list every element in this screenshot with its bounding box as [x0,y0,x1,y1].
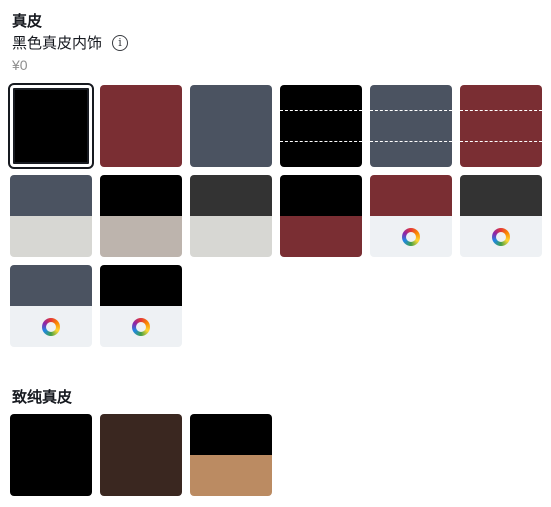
selected-option-row: 黑色真皮内饰 i [12,32,129,53]
swatch-bottom-color [10,216,92,257]
swatch-charcoal-light[interactable] [190,175,272,257]
swatch-pure-black[interactable] [10,414,92,496]
swatch-black-red[interactable] [280,175,362,257]
swatch-custom-panel [100,306,182,347]
swatch-top-color [190,414,272,455]
swatch-bottom-color [190,455,272,496]
swatch-charcoal-custom[interactable] [460,175,542,257]
swatch-black-taupe[interactable] [100,175,182,257]
option-price: ¥0 [12,57,28,73]
stitch-line [460,140,542,142]
swatch-top-color [10,265,92,306]
swatch-top-color [10,175,92,216]
stitch-line [280,109,362,111]
info-icon[interactable]: i [112,34,129,51]
swatch-slate-solid[interactable] [190,85,272,167]
swatch-custom-panel [370,216,452,257]
leather-section-title: 真皮 [12,13,43,30]
selected-option-name: 黑色真皮内饰 [12,35,103,52]
swatch-top-color [100,175,182,216]
swatch-red-custom[interactable] [370,175,452,257]
swatch-custom-panel [460,216,542,257]
swatch-pure-brown[interactable] [100,414,182,496]
pure-leather-section-title: 致纯真皮 [12,389,73,406]
swatch-black-custom[interactable] [100,265,182,347]
swatch-top-color [100,265,182,306]
swatch-pure-black-tan[interactable] [190,414,272,496]
swatch-black-stitched[interactable] [280,85,362,167]
swatch-bottom-color [100,216,182,257]
color-wheel-icon [402,227,420,246]
swatch-slate-stitched[interactable] [370,85,452,167]
swatch-slate-light[interactable] [10,175,92,257]
pure-leather-swatch-grid [10,414,542,496]
swatch-slate-custom[interactable] [10,265,92,347]
stitch-line [280,140,362,142]
swatch-red-solid[interactable] [100,85,182,167]
stitch-line [370,109,452,111]
swatch-top-color [460,175,542,216]
color-wheel-icon [42,317,60,336]
swatch-bottom-color [190,216,272,257]
color-wheel-icon [132,317,150,336]
stitch-line [460,109,542,111]
swatch-red-stitched[interactable] [460,85,542,167]
swatch-black-solid[interactable] [8,83,94,169]
swatch-bottom-color [280,216,362,257]
swatch-custom-panel [10,306,92,347]
color-wheel-icon [492,227,510,246]
swatch-top-color [190,175,272,216]
swatch-top-color [370,175,452,216]
leather-swatch-grid [8,83,542,347]
swatch-top-color [280,175,362,216]
stitch-line [370,140,452,142]
